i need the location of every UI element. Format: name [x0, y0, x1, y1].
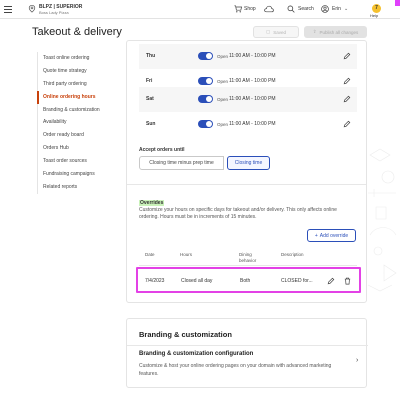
sidebar-item-quote-time-strategy[interactable]: Quote time strategy: [38, 65, 115, 78]
edit-pencil-icon[interactable]: [343, 95, 351, 103]
closing-minus-prep-option[interactable]: Closing time minus prep time: [139, 156, 224, 170]
user-menu[interactable]: Erin: [332, 6, 341, 12]
open-toggle[interactable]: [198, 52, 213, 60]
edit-pencil-icon[interactable]: [343, 77, 351, 85]
override-dining-behavior: Both: [240, 278, 251, 284]
help-link[interactable]: Help: [370, 13, 378, 18]
help-badge[interactable]: 7: [372, 4, 381, 13]
cart-icon[interactable]: [234, 5, 242, 13]
sidebar-item-toast-order-sources[interactable]: Toast order sources: [38, 155, 115, 168]
menu-icon[interactable]: [4, 6, 12, 13]
sidebar-item-related-reports[interactable]: Related reports: [38, 181, 115, 194]
hours-range: 11:00 AM - 10:00 PM: [229, 53, 276, 59]
add-override-button[interactable]: + Add override: [307, 229, 356, 242]
open-toggle[interactable]: [198, 95, 213, 103]
override-hours: Closed all day: [181, 278, 213, 284]
table-header-divider: [139, 265, 357, 266]
saved-label: Saved: [273, 29, 287, 35]
user-icon[interactable]: [321, 5, 329, 13]
publish-icon: ⇪: [312, 29, 317, 34]
plus-icon: +: [314, 232, 318, 239]
sidebar-item-branding[interactable]: Branding & customization: [38, 104, 115, 117]
hours-range: 11:00 AM - 10:00 PM: [229, 96, 276, 102]
search-icon[interactable]: [287, 5, 295, 13]
sidebar-item-online-ordering-hours[interactable]: Online ordering hours: [37, 90, 115, 104]
closing-time-option[interactable]: Closing time: [227, 156, 270, 170]
publish-all-changes-button[interactable]: ⇪ Publish all changes: [304, 26, 367, 38]
day-row-sun: Sun Open 11:00 AM - 10:00 PM: [139, 112, 357, 137]
day-name: Sun: [146, 121, 156, 127]
sidebar-item-availability[interactable]: Availability: [38, 116, 115, 129]
cloud-sync-icon[interactable]: [264, 5, 274, 13]
sidebar-item-orders-hub[interactable]: Orders Hub: [38, 142, 115, 155]
overrides-heading: Overrides: [139, 200, 165, 206]
publish-label: Publish all changes: [319, 29, 359, 35]
ordering-hours-card: Thu Open 11:00 AM - 10:00 PM Fri Open 11…: [126, 40, 367, 303]
column-header-dining-behavior: Dining behavior: [239, 252, 257, 263]
open-toggle[interactable]: [198, 77, 213, 85]
edit-pencil-icon[interactable]: [343, 120, 351, 128]
column-header-hours: Hours: [180, 252, 193, 257]
override-description: CLOSED for...: [281, 278, 313, 284]
trash-icon[interactable]: [344, 277, 351, 285]
decorative-pattern: [367, 148, 397, 292]
open-label: Open: [217, 96, 229, 102]
location-subtitle: Boss Lady Pizza: [39, 10, 69, 15]
day-row-sat: Sat Open 11:00 AM - 10:00 PM: [139, 87, 357, 112]
branding-config-link[interactable]: Branding & customization configuration: [139, 351, 253, 357]
overrides-description: Customize your hours on specific days fo…: [139, 207, 337, 221]
chevron-right-icon[interactable]: ›: [356, 357, 358, 364]
open-label: Open: [217, 78, 229, 84]
open-label: Open: [217, 53, 229, 59]
search-link[interactable]: Search: [298, 6, 314, 12]
override-date: 7/4/2023: [145, 278, 165, 284]
sidebar-item-toast-online-ordering[interactable]: Toast online ordering: [38, 52, 115, 65]
save-icon: ▢: [265, 29, 271, 34]
day-row-thu: Thu Open 11:00 AM - 10:00 PM: [139, 44, 357, 69]
column-header-date: Date: [145, 252, 155, 257]
open-label: Open: [217, 121, 229, 127]
top-bar: BLPZ | SUPERIOR Boss Lady Pizza Shop Sea…: [0, 0, 400, 19]
hours-range: 11:00 AM - 10:00 PM: [229, 78, 276, 84]
page-title: Takeout & delivery: [32, 26, 122, 38]
store-icon: [28, 4, 36, 13]
shop-link[interactable]: Shop: [244, 6, 256, 12]
column-header-description: Description: [281, 252, 304, 257]
saved-button[interactable]: ▢ Saved: [253, 26, 299, 38]
add-override-label: Add override: [319, 232, 349, 239]
accept-orders-label: Accept orders until: [139, 147, 185, 153]
day-name: Fri: [146, 78, 153, 84]
sidebar-item-third-party-ordering[interactable]: Third party ordering: [38, 78, 115, 91]
edit-pencil-icon[interactable]: [327, 277, 335, 285]
open-toggle[interactable]: [198, 120, 213, 128]
branding-card: Branding & customization Branding & cust…: [126, 318, 368, 388]
branding-heading: Branding & customization: [139, 330, 232, 339]
branding-description: Customize & host your online ordering pa…: [139, 363, 332, 377]
section-divider: [127, 345, 368, 346]
sidebar-item-fundraising-campaigns[interactable]: Fundraising campaigns: [38, 168, 115, 181]
edit-pencil-icon[interactable]: [343, 52, 351, 60]
day-name: Sat: [146, 96, 154, 102]
sidebar-item-order-ready-board[interactable]: Order ready board: [38, 129, 115, 142]
notification-marker: [395, 0, 400, 6]
chevron-down-icon[interactable]: ⌄: [344, 6, 348, 12]
hours-range: 11:00 AM - 10:00 PM: [229, 121, 276, 127]
day-name: Thu: [146, 53, 156, 59]
section-divider: [127, 184, 366, 185]
side-nav: Toast online ordering Quote time strateg…: [37, 52, 115, 194]
